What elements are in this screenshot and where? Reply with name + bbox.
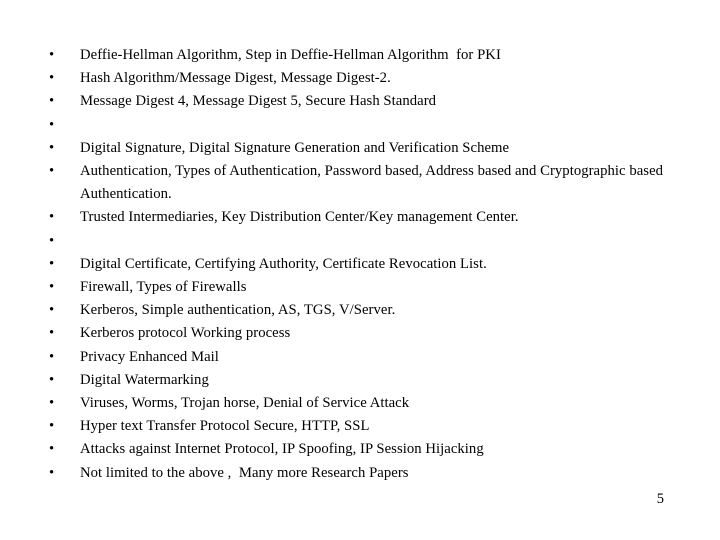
bullet-item-label: Firewall, Types of Firewalls — [80, 279, 247, 295]
bullet-point-icon: • — [49, 348, 55, 365]
bullet-item: • Message Digest 4, Message Digest 5, Sec… — [44, 90, 674, 113]
bullet-point-icon: • — [49, 302, 55, 319]
bullet-item: • Kerberos, Simple authentication, AS, TG… — [44, 299, 674, 322]
bullet-point-icon: • — [49, 279, 55, 295]
page-number: 5 — [656, 491, 664, 507]
bullet-item: • — [44, 114, 674, 137]
bullet-item-label: Kerberos protocol Working process — [80, 325, 291, 342]
bullet-point-icon: • — [49, 464, 55, 481]
bullet-point-icon: • — [49, 116, 55, 133]
bullet-point-icon: • — [49, 325, 55, 342]
bullet-item: • Hash Algorithm/Message Digest, Message … — [44, 67, 674, 90]
bullet-item-label: Digital Signature, Digital Signature Gen… — [80, 139, 510, 156]
bullet-item-label: Viruses, Worms, Trojan horse, Denial of … — [80, 395, 410, 412]
bullet-item: • Privacy Enhanced Mail — [44, 346, 674, 369]
bullet-item-label: Digital Certificate, Certifying Authorit… — [80, 255, 487, 272]
bullet-item-label — [80, 114, 674, 137]
bullet-point-icon: • — [49, 209, 55, 226]
bullet-item: • Firewall, Types of Firewalls — [44, 276, 674, 299]
bullet-point-icon: • — [49, 163, 55, 179]
bullet-item: • Attacks against Internet Protocol, IP S… — [44, 438, 674, 461]
bullet-item-label: Message Digest 4, Message Digest 5, Secu… — [80, 93, 437, 110]
bullet-item: • Digital Signature, Digital Signature Ge… — [44, 137, 674, 160]
bullet-item: • Authentication, Types of Authentication… — [44, 160, 674, 206]
bullet-point-icon: • — [49, 255, 55, 272]
bullet-item-label: Kerberos, Simple authentication, AS, TGS… — [80, 302, 396, 319]
bullet-item-label — [80, 230, 674, 253]
bullet-item: • Digital Watermarking — [44, 369, 674, 392]
slide-content-placeholder: • Deffie-Hellman Algorithm, Step in Deffi… — [44, 44, 674, 485]
bullet-item-label: Not limited to the above , Many more Res… — [80, 464, 409, 481]
bullet-item-label: Hyper text Transfer Protocol Secure, HTT… — [80, 418, 370, 435]
bullet-item: • Deffie-Hellman Algorithm, Step in Deffi… — [44, 44, 674, 67]
bullet-item: • Hyper text Transfer Protocol Secure, HT… — [44, 415, 674, 438]
bullet-point-icon: • — [49, 93, 55, 110]
bullet-point-icon: • — [49, 371, 55, 388]
bullet-item: • Not limited to the above , Many more Re… — [44, 462, 674, 485]
bullet-item-label: Digital Watermarking — [80, 371, 209, 388]
bullet-point-icon: • — [49, 418, 55, 435]
bullet-point-icon: • — [49, 139, 55, 156]
bullet-item-label: Hash Algorithm/Message Digest, Message D… — [80, 70, 391, 87]
bullet-item: • Digital Certificate, Certifying Authori… — [44, 253, 674, 276]
bullet-item: • — [44, 230, 674, 253]
bullet-point-icon: • — [49, 395, 55, 412]
bullet-item-label: Deffie-Hellman Algorithm, Step in Deffie… — [80, 47, 501, 63]
bullet-item-label: Authentication, Types of Authentication,… — [80, 163, 670, 203]
bullet-list: • Deffie-Hellman Algorithm, Step in Deffi… — [44, 44, 674, 485]
bullet-item-label: Attacks against Internet Protocol, IP Sp… — [80, 441, 484, 458]
bullet-point-icon: • — [49, 70, 55, 87]
bullet-item: • Viruses, Worms, Trojan horse, Denial of… — [44, 392, 674, 415]
bullet-point-icon: • — [49, 232, 55, 249]
bullet-point-icon: • — [49, 47, 55, 63]
bullet-item-label: Privacy Enhanced Mail — [80, 348, 219, 365]
slide-canvas: • Deffie-Hellman Algorithm, Step in Deffi… — [0, 0, 720, 540]
bullet-item-label: Trusted Intermediaries, Key Distribution… — [80, 209, 519, 226]
bullet-item: • Kerberos protocol Working process — [44, 322, 674, 345]
bullet-point-icon: • — [49, 441, 55, 458]
bullet-item: • Trusted Intermediaries, Key Distributio… — [44, 206, 674, 229]
